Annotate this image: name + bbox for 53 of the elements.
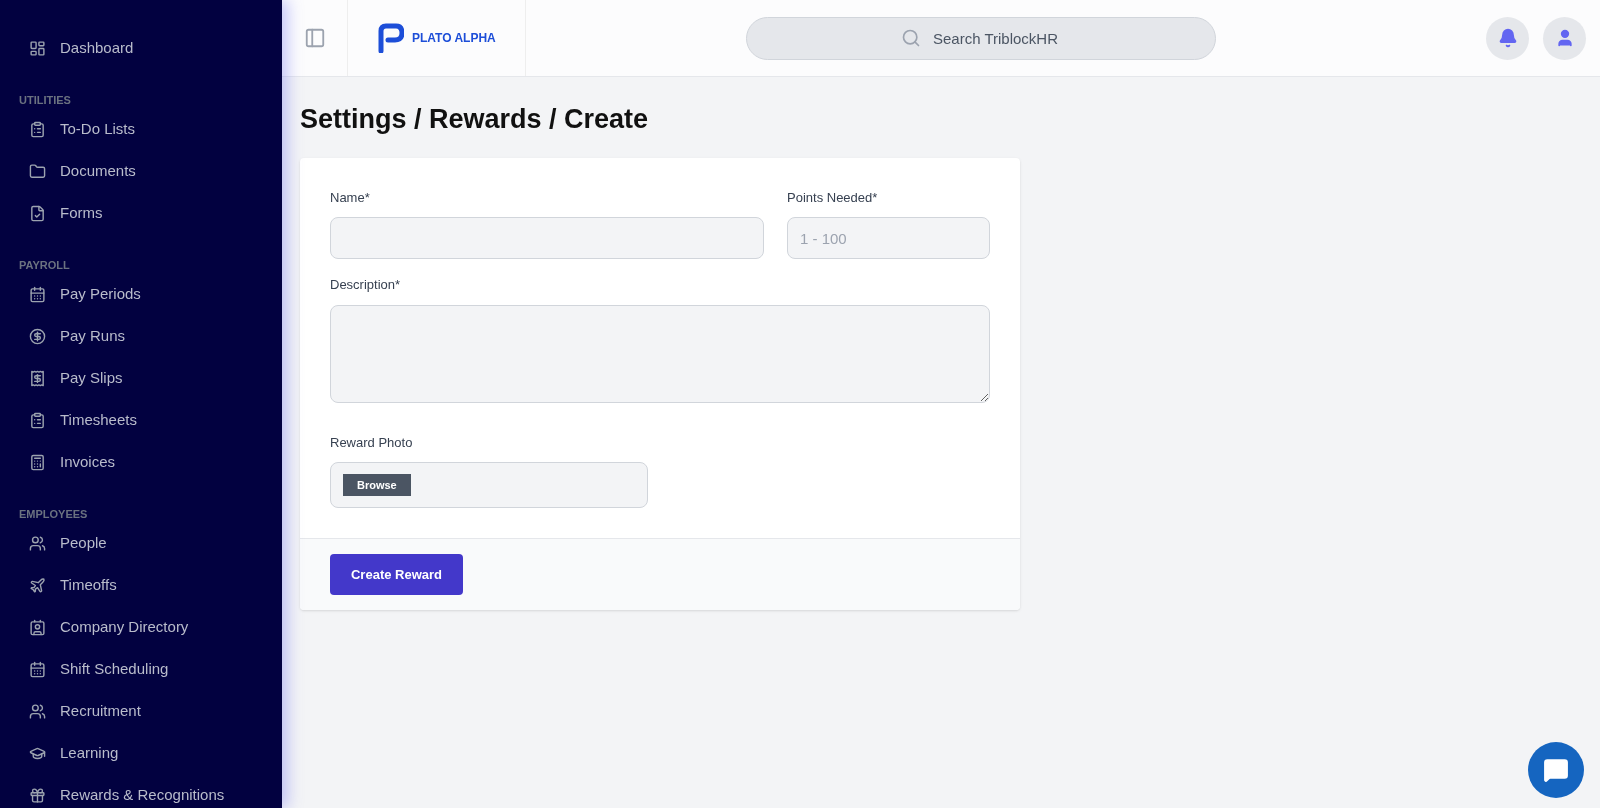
folder-icon (29, 162, 46, 180)
clipboard-icon (29, 120, 46, 138)
clipboard-icon (29, 411, 46, 429)
people-icon (29, 534, 46, 552)
section-heading: PAYROLL (19, 257, 71, 273)
sidebar-item[interactable]: People (19, 522, 282, 564)
gift-icon (29, 786, 46, 804)
sidebar-item[interactable]: Company Directory (19, 606, 282, 648)
sidebar-item[interactable]: Documents (19, 150, 282, 192)
sidebar-item[interactable]: Dashboard (19, 27, 282, 69)
logo-text: PLATO ALPHA (412, 30, 496, 47)
file-input[interactable]: Browse (330, 462, 648, 508)
browse-button[interactable]: Browse (343, 474, 411, 496)
sidebar-item[interactable]: To-Do Lists (19, 108, 282, 150)
section-heading: EMPLOYEES (19, 506, 89, 522)
sidebar-item[interactable]: Pay Periods (19, 273, 282, 315)
name-input[interactable] (330, 217, 764, 259)
field-label: Points Needed* (787, 188, 879, 207)
calculator-icon (29, 453, 46, 471)
bell-icon (1497, 28, 1518, 48)
sidebar-item[interactable]: Invoices (19, 441, 282, 483)
create-reward-button[interactable]: Create Reward (330, 554, 463, 595)
sidebar-item[interactable]: Pay Slips (19, 357, 282, 399)
sidebar-item[interactable]: Timeoffs (19, 564, 282, 606)
coin-icon (29, 327, 46, 345)
notification-button[interactable] (1486, 16, 1529, 60)
sidebar-item[interactable]: Timesheets (19, 399, 282, 441)
field-label: Description* (330, 276, 402, 294)
document-check-icon (29, 204, 46, 222)
contact-card-icon (29, 618, 46, 636)
profile-button[interactable] (1543, 16, 1586, 60)
sidebar-item[interactable]: Learning (19, 732, 282, 774)
dashboard-icon (29, 39, 46, 57)
sidebar-item[interactable]: Rewards & Recognitions (19, 774, 282, 808)
chat-button[interactable] (1528, 742, 1584, 798)
field-label: Name* (330, 188, 371, 207)
sidebar-item[interactable]: Pay Runs (19, 315, 282, 357)
sidebar-item[interactable]: Shift Scheduling (19, 648, 282, 690)
receipt-icon (29, 369, 46, 387)
section-heading: UTILITIES (19, 92, 72, 108)
search-icon (901, 27, 921, 48)
chat-icon (1543, 757, 1569, 783)
plane-icon (29, 576, 46, 594)
calendar-icon (29, 285, 46, 303)
points-input[interactable]: 1 - 100 (787, 217, 990, 259)
page-title: Settings / Rewards / Create (300, 103, 650, 136)
search-field[interactable]: Search TriblockHR (746, 16, 1216, 60)
people-icon (29, 702, 46, 720)
sidebar-item[interactable]: Forms (19, 192, 282, 234)
field-label: Reward Photo (330, 433, 414, 452)
calendar-icon (29, 660, 46, 678)
sidebar-item[interactable]: Recruitment (19, 690, 282, 732)
logo-icon (378, 23, 404, 53)
